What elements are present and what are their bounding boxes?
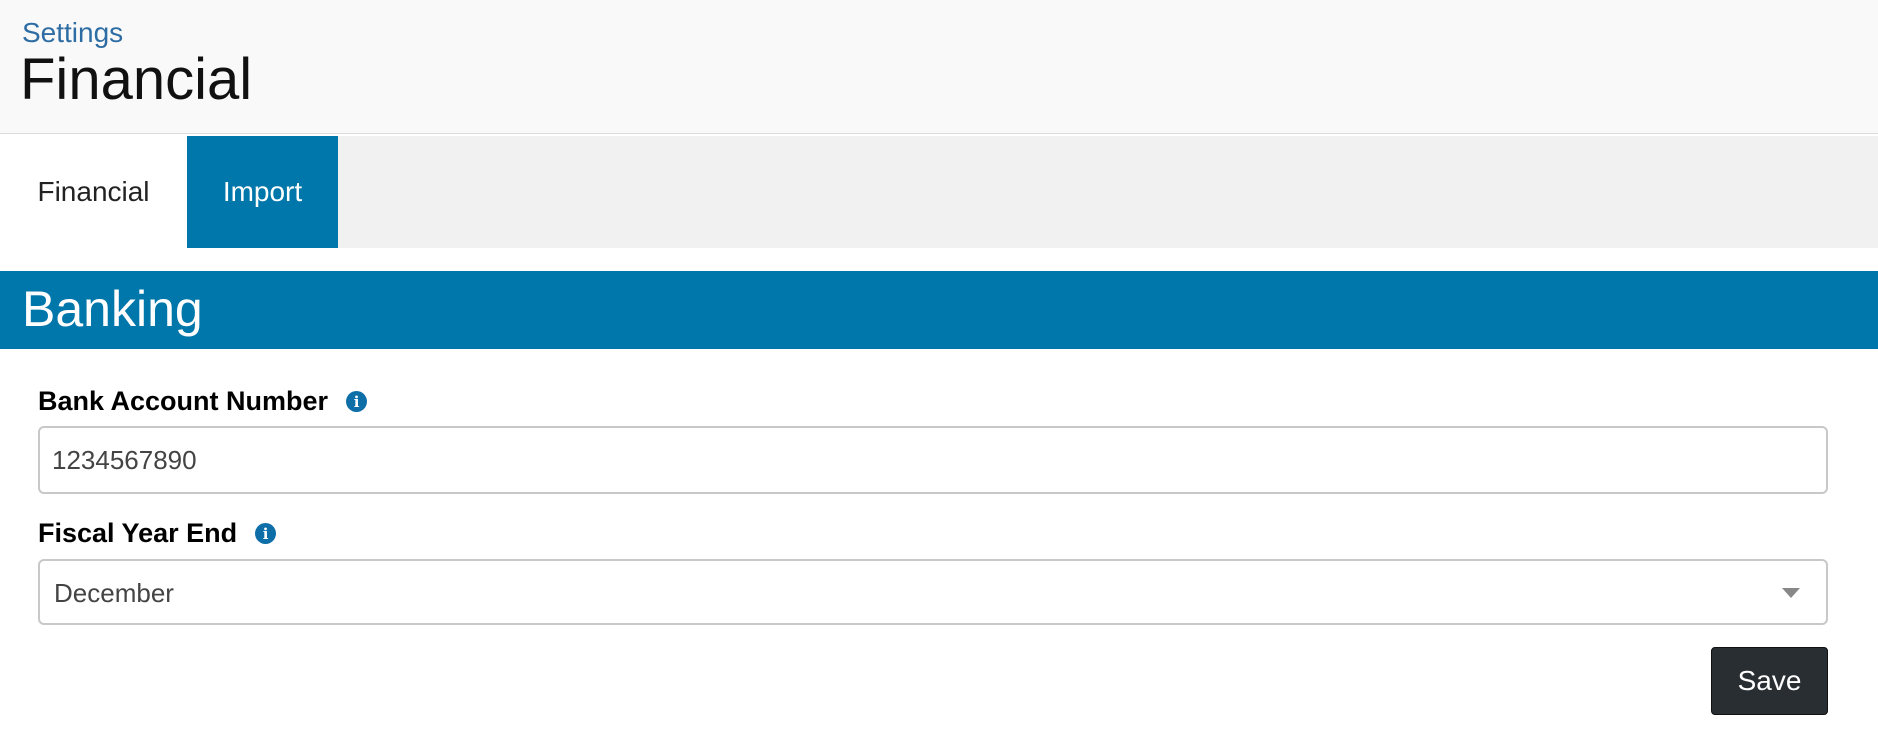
page-header: Settings Financial <box>0 0 1878 134</box>
page: Settings Financial Financial Import Bank… <box>0 0 1878 750</box>
tab-financial[interactable]: Financial <box>0 136 187 248</box>
section-header-banking: Banking <box>0 271 1878 349</box>
breadcrumb-settings-link[interactable]: Settings <box>22 17 123 49</box>
fiscal-year-end-label-text: Fiscal Year End <box>38 518 238 548</box>
info-icon[interactable]: i <box>346 391 368 412</box>
chevron-down-icon <box>1782 588 1800 598</box>
bank-account-input[interactable] <box>38 426 1828 494</box>
page-title: Financial <box>20 47 253 112</box>
bank-account-label-text: Bank Account Number <box>38 386 329 416</box>
section-title: Banking <box>22 281 203 337</box>
fiscal-year-end-selected-value: December <box>54 578 174 608</box>
info-icon[interactable]: i <box>255 523 277 544</box>
tab-bar: Financial Import <box>0 136 1878 248</box>
fiscal-year-end-select[interactable]: December <box>38 559 1828 625</box>
save-button[interactable]: Save <box>1711 647 1828 715</box>
tab-import[interactable]: Import <box>187 136 338 248</box>
fiscal-year-end-label: Fiscal Year End i <box>38 518 277 549</box>
bank-account-label: Bank Account Number i <box>38 386 368 417</box>
